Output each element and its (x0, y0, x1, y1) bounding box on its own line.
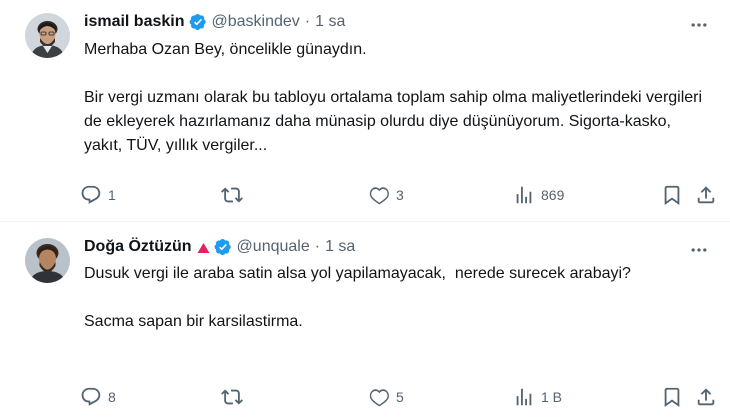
views-button[interactable]: 1 B (513, 385, 562, 409)
views-icon (516, 388, 532, 406)
tweet-paragraph: Sacma sapan bir karsilastirma. (84, 313, 303, 330)
timestamp[interactable]: 1 sa (325, 238, 355, 256)
like-count: 3 (396, 187, 404, 203)
retweet-button[interactable] (221, 183, 249, 207)
tweet-paragraph: Merhaba Ozan Bey, öncelikle günaydın. (84, 41, 367, 58)
reply-count: 8 (108, 389, 116, 405)
like-icon (369, 389, 389, 407)
views-button[interactable]: 869 (513, 183, 564, 207)
reply-icon (81, 185, 101, 204)
timestamp[interactable]: 1 sa (315, 13, 345, 31)
bookmark-icon (664, 387, 680, 408)
views-icon (516, 186, 532, 204)
avatar-photo (25, 13, 70, 58)
share-icon (697, 186, 715, 204)
reply-count: 1 (108, 187, 116, 203)
more-icon[interactable] (688, 239, 710, 261)
share-icon (697, 388, 715, 406)
share-button[interactable] (695, 183, 717, 207)
views-count: 1 B (541, 389, 563, 405)
views-count: 869 (541, 187, 565, 203)
tweet-text: Merhaba Ozan Bey, öncelikle günaydın. Bi… (84, 38, 704, 158)
retweet-button[interactable] (221, 385, 249, 409)
tweet-actions: 1 3 869 (80, 183, 720, 207)
like-button[interactable]: 3 (368, 183, 404, 207)
like-icon (369, 187, 389, 205)
tweet-header: ismail baskin @baskindev · 1 sa (84, 11, 345, 33)
avatar[interactable] (25, 13, 70, 58)
verified-badge-icon (214, 238, 232, 256)
author-handle[interactable]: @unquale (237, 238, 310, 256)
reply-button[interactable]: 1 (80, 183, 116, 207)
more-icon[interactable] (688, 14, 710, 36)
red-triangle-icon (197, 241, 210, 253)
tweet-paragraph: Dusuk vergi ile araba satin alsa yol yap… (84, 265, 631, 282)
author-name[interactable]: ismail baskin (84, 13, 185, 31)
tweet-header: Doğa Öztüzün @unquale · 1 sa (84, 236, 355, 258)
retweet-icon (221, 187, 243, 203)
tweet-actions: 8 5 1 B (80, 385, 720, 409)
separator-dot: · (304, 13, 311, 30)
avatar[interactable] (25, 238, 70, 283)
retweet-icon (221, 389, 243, 405)
tweet[interactable]: ismail baskin @baskindev · 1 sa Merhaba … (0, 0, 730, 222)
tweet-paragraph: Bir vergi uzmanı olarak bu tabloyu ortal… (84, 89, 703, 154)
like-count: 5 (396, 389, 404, 405)
bookmark-button[interactable] (661, 385, 683, 409)
bookmark-button[interactable] (661, 183, 683, 207)
tweet-text: Dusuk vergi ile araba satin alsa yol yap… (84, 262, 684, 334)
tweet[interactable]: Doğa Öztüzün @unquale · 1 sa Dusuk vergi… (0, 222, 730, 420)
reply-icon (81, 387, 101, 406)
avatar-photo (25, 238, 70, 283)
reply-button[interactable]: 8 (80, 385, 116, 409)
bookmark-icon (664, 185, 680, 206)
share-button[interactable] (695, 385, 717, 409)
verified-badge-icon (189, 13, 207, 31)
author-name[interactable]: Doğa Öztüzün (84, 238, 192, 256)
author-handle[interactable]: @baskindev (212, 13, 300, 31)
like-button[interactable]: 5 (368, 385, 404, 409)
separator-dot: · (314, 238, 321, 255)
